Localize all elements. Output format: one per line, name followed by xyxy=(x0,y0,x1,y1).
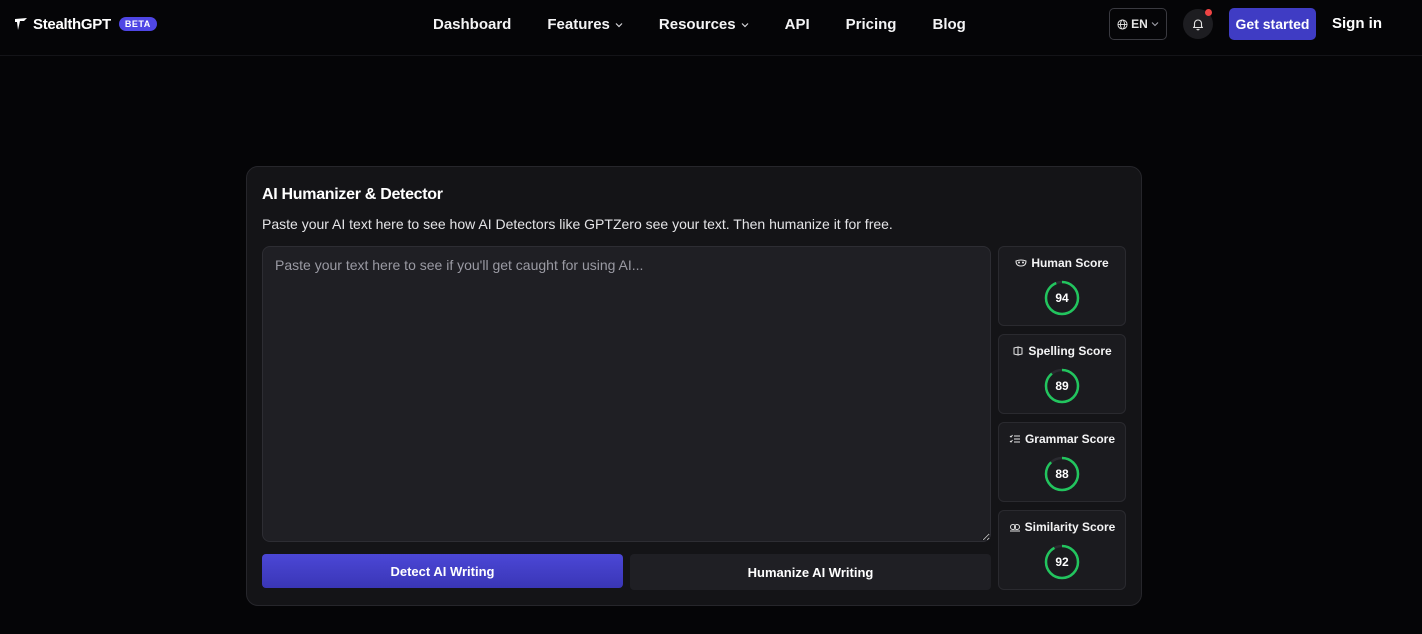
similarity-score-card: Similarity Score 92 xyxy=(998,510,1126,590)
score-label: Spelling Score xyxy=(1028,344,1112,358)
card-subtitle: Paste your AI text here to see how AI De… xyxy=(262,216,893,232)
bell-icon xyxy=(1192,19,1204,31)
language-selector[interactable]: EN xyxy=(1109,8,1167,40)
brand-icon xyxy=(15,18,27,30)
spelling-score-card: Spelling Score 89 xyxy=(998,334,1126,414)
top-navbar: StealthGPT BETA Dashboard Features Resou… xyxy=(0,0,1422,56)
nav-link-label: Resources xyxy=(658,16,736,33)
nav-link-label: Features xyxy=(547,16,610,33)
score-label-row: Grammar Score xyxy=(999,432,1125,446)
score-value: 89 xyxy=(1055,379,1069,393)
humanizer-card: AI Humanizer & Detector Paste your AI te… xyxy=(246,166,1142,606)
score-value: 94 xyxy=(1055,291,1069,305)
language-label: EN xyxy=(1131,17,1148,31)
nav-link-label: API xyxy=(784,16,810,33)
sign-in-link[interactable]: Sign in xyxy=(1332,15,1382,32)
beta-badge: BETA xyxy=(118,17,157,31)
nav-link-features[interactable]: Features xyxy=(547,16,623,33)
grammar-score-card: Grammar Score 88 xyxy=(998,422,1126,502)
score-label-row: Human Score xyxy=(999,256,1125,270)
mask-icon xyxy=(1015,259,1027,267)
detect-ai-button[interactable]: Detect AI Writing xyxy=(262,554,623,588)
text-input[interactable] xyxy=(262,246,991,542)
nav-link-pricing[interactable]: Pricing xyxy=(846,16,897,33)
nav-link-label: Pricing xyxy=(845,16,897,33)
nav-link-label: Dashboard xyxy=(433,16,512,33)
notification-button[interactable] xyxy=(1183,9,1213,39)
score-label: Similarity Score xyxy=(1024,520,1116,534)
nav-link-dashboard[interactable]: Dashboard xyxy=(433,16,511,33)
globe-icon xyxy=(1117,18,1128,30)
score-label: Grammar Score xyxy=(1024,432,1116,446)
brand-logo[interactable]: StealthGPT BETA xyxy=(14,14,157,34)
score-label-row: Spelling Score xyxy=(999,344,1125,358)
nav-link-resources[interactable]: Resources xyxy=(659,16,749,33)
humanize-ai-button[interactable]: Humanize AI Writing xyxy=(630,554,991,590)
score-label-row: Similarity Score xyxy=(999,520,1125,534)
human-score-card: Human Score 94 xyxy=(998,246,1126,326)
get-started-button[interactable]: Get started xyxy=(1229,8,1316,40)
card-title: AI Humanizer & Detector xyxy=(262,186,443,203)
spelling-icon xyxy=(1013,346,1023,356)
brand-name: StealthGPT xyxy=(33,15,111,33)
nav-link-api[interactable]: API xyxy=(785,16,810,33)
score-label: Human Score xyxy=(1031,256,1109,270)
nav-link-blog[interactable]: Blog xyxy=(932,16,965,33)
chevron-down-icon xyxy=(741,22,749,27)
notification-dot xyxy=(1205,9,1212,16)
chevron-down-icon xyxy=(615,22,623,27)
similarity-icon xyxy=(1009,524,1020,532)
grammar-icon xyxy=(1009,434,1020,443)
score-value: 88 xyxy=(1055,467,1069,481)
chevron-down-icon xyxy=(1151,22,1159,27)
score-value: 92 xyxy=(1055,555,1069,569)
nav-link-label: Blog xyxy=(932,16,966,33)
nav-links: Dashboard Features Resources API Pricing… xyxy=(433,16,1002,33)
